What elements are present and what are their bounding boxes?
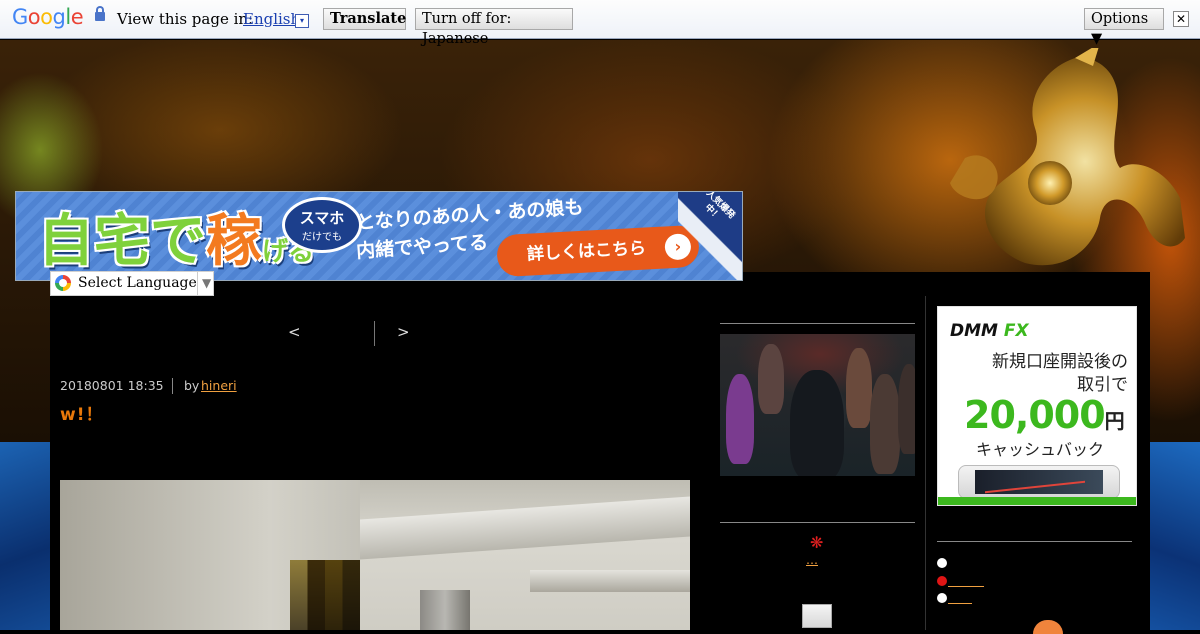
star-icon: ❋ xyxy=(810,533,824,552)
sidebar-divider-middle xyxy=(720,522,915,523)
ad-details-button[interactable]: 詳しくはこちら › xyxy=(496,224,700,278)
dmm-ad-copy: 新規口座開設後の 取引で xyxy=(992,352,1128,395)
bullet-icon xyxy=(937,575,947,586)
turn-off-translate-button[interactable]: Turn off for: Japanese xyxy=(415,8,573,47)
translate-button[interactable]: Translate xyxy=(323,8,406,30)
dmm-cashback-amount: 20,000円 xyxy=(964,393,1125,437)
google-g-icon xyxy=(55,275,71,291)
sidebar-divider-top xyxy=(720,323,915,324)
right-sidebar-divider xyxy=(937,541,1132,542)
target-language-link[interactable]: English xyxy=(243,10,300,28)
ad-headline: 自宅で稼げる xyxy=(38,209,315,274)
chevron-down-icon: ▼ xyxy=(197,272,211,295)
sidebar-link[interactable]: … xyxy=(806,553,818,567)
view-page-label: View this page in: xyxy=(117,10,254,28)
ad-banner[interactable]: 自宅で稼げる スマホ だけでも となりのあの人・あの娘も 内緒でやってる 詳しく… xyxy=(15,191,743,281)
sidebar-divider xyxy=(925,296,926,630)
bullet-icon xyxy=(937,592,947,603)
options-button[interactable]: Options ▼ xyxy=(1084,8,1164,47)
dmm-fx-logo: DMM FX xyxy=(950,321,1029,341)
chevron-down-icon[interactable]: ▾ xyxy=(295,14,309,28)
dragon-illustration xyxy=(950,48,1185,266)
list-item[interactable] xyxy=(937,555,948,569)
dmm-cashback-label: キャッシュバック xyxy=(976,440,1105,459)
post-by-label: by xyxy=(184,378,200,393)
post-nav-divider xyxy=(374,321,375,346)
bullet-icon xyxy=(937,557,947,568)
background-left-water xyxy=(0,442,50,630)
lock-icon xyxy=(95,6,105,21)
ad-speech-bubble: スマホ だけでも xyxy=(282,197,362,253)
google-translate-bar: Google View this page in: English ▾ Tran… xyxy=(0,0,1200,47)
post-title[interactable]: w!！ xyxy=(60,400,103,425)
next-post-link[interactable]: > xyxy=(397,323,410,341)
sidebar-thumbnail-image[interactable] xyxy=(720,334,915,476)
post-author-link[interactable]: hineri xyxy=(201,378,237,393)
previous-post-link[interactable]: < xyxy=(288,323,301,341)
list-item[interactable]: ＿＿ xyxy=(937,589,972,606)
meta-divider xyxy=(172,378,173,394)
pixelated-area xyxy=(290,560,360,630)
list-item[interactable]: ＿＿＿ xyxy=(937,572,984,589)
select-language-label: Select Language xyxy=(78,275,197,291)
sidebar-widget-button[interactable] xyxy=(802,604,832,628)
dmm-ad-bottom-bar xyxy=(938,497,1136,505)
smartphone-illustration xyxy=(958,465,1120,499)
post-date: 20180801 18:35 xyxy=(60,378,164,393)
google-logo: Google xyxy=(12,5,84,29)
close-icon[interactable]: ✕ xyxy=(1173,11,1189,27)
article-image xyxy=(60,480,690,630)
select-language-dropdown[interactable]: Select Language ▼ xyxy=(50,271,214,296)
dmm-fx-ad[interactable]: DMM FX 新規口座開設後の 取引で 20,000円 キャッシュバック xyxy=(937,306,1137,506)
background-right-water xyxy=(1150,442,1200,630)
